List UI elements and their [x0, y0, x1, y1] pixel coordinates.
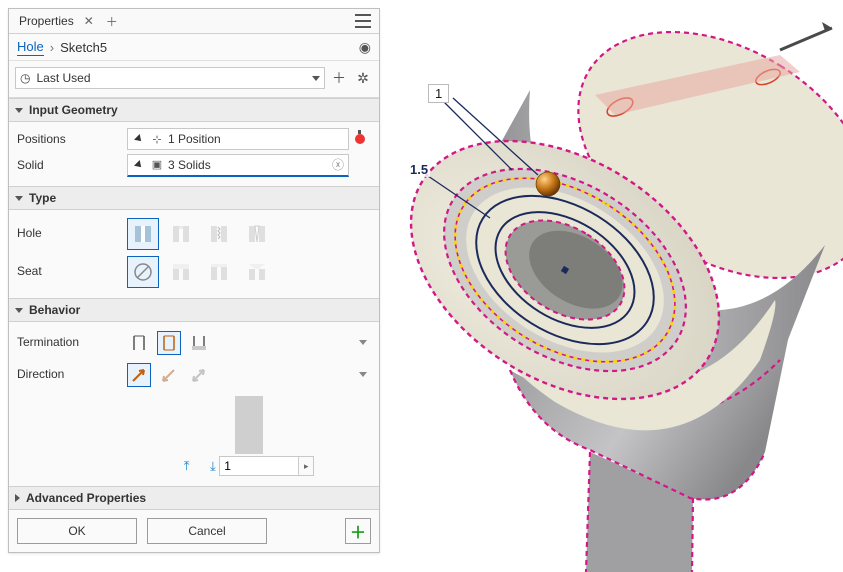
section-label: Input Geometry: [29, 103, 118, 117]
hole-simple-icon[interactable]: [127, 218, 159, 250]
menu-icon[interactable]: [355, 12, 371, 30]
panel-titlebar: Properties ✕ ＋: [9, 9, 379, 34]
chevron-down-icon: [312, 76, 320, 81]
depth-value[interactable]: [220, 457, 298, 475]
visibility-icon[interactable]: ◉: [359, 39, 371, 56]
center-point-icon: ⊹: [150, 132, 164, 146]
direction-label: Direction: [17, 367, 127, 381]
chevron-right-icon: [15, 494, 20, 502]
section-label: Behavior: [29, 303, 80, 317]
dimension-callout-inner[interactable]: 1.5: [408, 162, 430, 177]
sketch-point-sphere[interactable]: [536, 172, 560, 196]
viewport[interactable]: 1 1.5: [380, 0, 843, 572]
depth-input[interactable]: ▸: [219, 456, 314, 476]
dialog-buttons: OK Cancel ＋: [9, 510, 379, 552]
chevron-down-icon: [15, 108, 23, 113]
hole-tapped-icon[interactable]: [203, 218, 235, 250]
section-behavior[interactable]: Behavior: [9, 298, 379, 322]
chevron-down-icon: [15, 196, 23, 201]
direction-default-icon[interactable]: [127, 363, 151, 387]
solid-label: Solid: [17, 158, 127, 172]
positions-label: Positions: [17, 132, 127, 146]
breadcrumb-current: Sketch5: [60, 40, 107, 55]
chevron-right-icon: ›: [50, 40, 54, 55]
solid-body-icon: ▣: [150, 158, 164, 172]
seat-counterbore-icon[interactable]: [165, 256, 197, 288]
chevron-down-icon: [15, 308, 23, 313]
ok-button[interactable]: OK: [17, 518, 137, 544]
cancel-button[interactable]: Cancel: [147, 518, 267, 544]
direction-flip-icon[interactable]: [157, 363, 181, 387]
add-preset-button[interactable]: ＋: [329, 68, 349, 88]
dimension-callout-outer[interactable]: 1: [428, 84, 449, 103]
new-tab-icon[interactable]: ＋: [106, 13, 118, 30]
depth-step-button[interactable]: ▸: [298, 457, 313, 475]
solid-selector[interactable]: ▣ 3 Solids ⓧ: [127, 154, 349, 177]
clear-icon[interactable]: ⓧ: [332, 156, 344, 173]
hole-label: Hole: [17, 226, 127, 240]
preset-selector[interactable]: ◷ Last Used: [15, 67, 325, 89]
direction-arrow[interactable]: [780, 22, 832, 50]
seat-countersink-icon[interactable]: [241, 256, 273, 288]
depth-diagram: ⤒ ⤒ ▸: [127, 396, 371, 476]
dim-arrow-icon: ⤒: [210, 458, 216, 474]
solid-value: 3 Solids: [168, 158, 328, 172]
apply-button[interactable]: ＋: [345, 518, 371, 544]
clock-icon: ◷: [20, 71, 30, 85]
breadcrumb: Hole › Sketch5 ◉: [9, 34, 379, 61]
hole-clearance-icon[interactable]: [165, 218, 197, 250]
seat-spotface-icon[interactable]: [203, 256, 235, 288]
preset-settings-button[interactable]: ✲: [353, 68, 373, 88]
section-label: Type: [29, 191, 56, 205]
seat-label: Seat: [17, 264, 127, 278]
positions-value: 1 Position: [168, 132, 344, 146]
termination-to-icon[interactable]: [187, 331, 211, 355]
positions-pin[interactable]: [349, 134, 371, 144]
properties-panel: Properties ✕ ＋ Hole › Sketch5 ◉ ◷ Last U…: [8, 8, 380, 553]
termination-label: Termination: [17, 335, 127, 349]
direction-symmetric-icon[interactable]: [187, 363, 211, 387]
cursor-icon: [132, 158, 146, 172]
close-tab-icon[interactable]: ✕: [84, 14, 94, 28]
positions-selector[interactable]: ⊹ 1 Position: [127, 128, 349, 150]
section-type[interactable]: Type: [9, 186, 379, 210]
panel-title: Properties: [13, 14, 80, 28]
preset-value: Last Used: [36, 71, 312, 85]
cursor-icon: [132, 132, 146, 146]
section-label: Advanced Properties: [26, 491, 146, 505]
breadcrumb-root[interactable]: Hole: [17, 39, 44, 56]
preset-row: ◷ Last Used ＋ ✲: [9, 61, 379, 98]
seat-none-icon[interactable]: [127, 256, 159, 288]
section-advanced[interactable]: Advanced Properties: [9, 486, 379, 510]
dim-anchor-icon: ⤒: [184, 458, 190, 474]
termination-through-icon[interactable]: [157, 331, 181, 355]
hole-taper-icon[interactable]: [241, 218, 273, 250]
section-input-geometry[interactable]: Input Geometry: [9, 98, 379, 122]
termination-distance-icon[interactable]: [127, 331, 151, 355]
